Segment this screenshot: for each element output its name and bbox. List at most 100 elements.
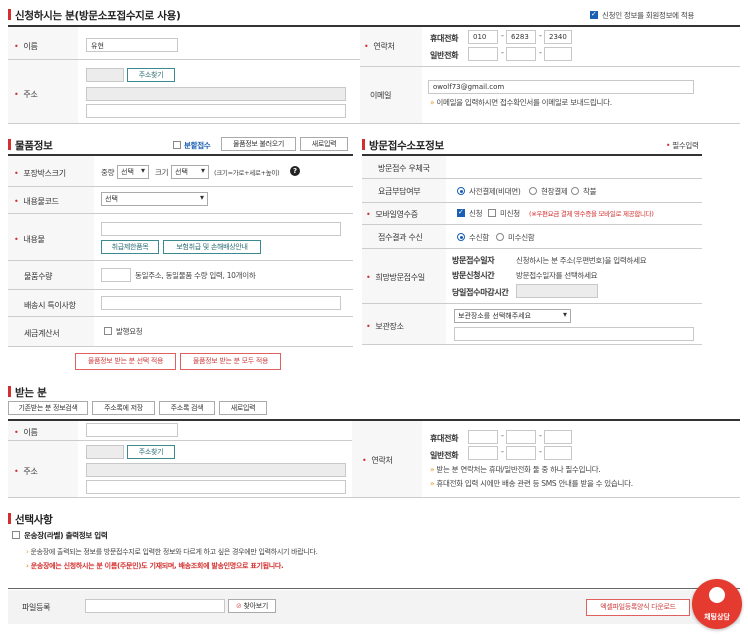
visit-date-field-label: 방문접수일자 [452,256,495,265]
receiver-contact-label: 연락처 [362,455,392,466]
mobile-receipt-label: 모바일영수증 [366,209,418,220]
content-code-label: 내용물코드 [14,196,59,207]
receiver-tab-lookup[interactable]: 주소록 검색 [159,401,215,415]
storage-input[interactable] [454,327,694,341]
sender-mobile-3[interactable]: 2340 [544,30,572,44]
apply-selected-button[interactable]: 물품정보 받는 분 선택 적용 [75,353,176,370]
weight-select[interactable]: 선택 [117,165,149,179]
sender-phone-3[interactable] [544,47,572,61]
content-label: 내용물 [14,234,44,245]
divider [8,123,740,124]
receiver-phone-1[interactable] [468,446,498,460]
tax-invoice-label: 세금계산서 [24,329,60,338]
receiver-address2-input[interactable] [86,480,346,494]
quantity-hint: 동일주소, 동일물품 수량 입력, 10개이하 [135,271,256,280]
receiver-note-2: 휴대전화 입력 시에만 배송 관련 등 SMS 안내를 받을 수 있습니다. [430,478,633,489]
divider [362,303,702,304]
receiver-tab-search[interactable]: 기존받는 분 정보검색 [8,401,88,415]
receiver-mobile-1[interactable] [468,430,498,444]
help-icon[interactable]: ? [290,166,300,176]
receipt-none-checkbox[interactable] [488,209,496,217]
visit-title: 방문접수소포정보 [362,138,444,153]
label-info-checkbox[interactable] [12,531,20,539]
receiver-tab-new[interactable]: 새로입력 [219,401,267,415]
dash: - [539,431,542,440]
tax-invoice-checkbox[interactable] [104,327,112,335]
receiver-mobile-2[interactable] [506,430,536,444]
fee-prepaid-radio[interactable] [457,187,465,195]
fee-prepaid-label: 사전결제(비대면) [469,187,521,196]
receiver-name-input[interactable] [86,423,178,437]
forbidden-items-button[interactable]: 취급제한품목 [101,240,159,254]
sender-zip-input[interactable] [86,68,124,82]
receiver-tab-save[interactable]: 주소록에 저장 [92,401,155,415]
sender-mobile-2[interactable]: 6283 [506,30,536,44]
split-checkbox[interactable] [173,141,181,149]
headset-icon [709,587,725,603]
file-input[interactable] [85,599,225,613]
fee-onsite-radio[interactable] [529,187,537,195]
size-select[interactable]: 선택 [171,165,209,179]
divider [362,224,702,225]
visit-office-label: 방문접수 우체국 [378,164,430,173]
receiver-phone-2[interactable] [506,446,536,460]
fee-onsite-label: 현장결제 [541,187,568,196]
insurance-info-button[interactable]: 보험취급 및 손해배상안내 [163,240,261,254]
divider [8,186,353,187]
box-size-label: 포장박스크기 [14,168,66,179]
memo-input[interactable] [101,296,341,310]
receiver-name-label: 이름 [14,427,37,438]
visit-label-col [362,156,446,344]
sender-email-note: 이메일을 입력하시면 접수확인서를 이메일로 보내드립니다. [430,97,612,108]
sender-mobile-1[interactable]: 010 [468,30,498,44]
size-label: 크기 [155,168,169,177]
receiver-address1-input[interactable] [86,463,346,477]
excel-download-button[interactable]: 엑셀파일등록양식 다운로드 [586,599,690,616]
goods-title: 물품정보 [8,138,53,153]
result-no-radio[interactable] [496,233,504,241]
result-yes-radio[interactable] [457,233,465,241]
divider [362,202,702,203]
visit-date-value: 신청하시는 분 주소(우편번호)을 입력하세요 [516,256,647,265]
goods-new-button[interactable]: 새로입력 [300,137,348,151]
content-input[interactable] [101,222,341,236]
file-top-rule [8,588,740,589]
save-member-checkbox[interactable] [590,10,598,19]
fee-cod-radio[interactable] [571,187,579,195]
receipt-apply-label: 신청 [469,209,483,218]
divider [8,260,353,261]
sender-mobile-label: 휴대전화 [430,34,459,43]
receipt-apply-checkbox[interactable] [457,208,465,217]
divider [362,344,702,345]
receiver-phone-3[interactable] [544,446,572,460]
chat-button[interactable]: 채팅상담 [692,579,742,629]
sender-name-input[interactable]: 유현 [86,38,178,52]
size-hint: (크기=가로+세로+높이) [214,169,280,177]
sender-name-label: 이름 [14,41,37,52]
divider [8,59,360,60]
content-code-select[interactable]: 선택 [101,192,208,206]
visit-date-label: 희망방문접수일 [366,272,425,283]
storage-select[interactable]: 보관장소를 선택해주세요 [454,309,571,323]
receiver-mobile-3[interactable] [544,430,572,444]
visit-time-label: 방문신청시간 [452,271,495,280]
sender-address2-input[interactable] [86,104,346,118]
sender-phone-1[interactable] [468,47,498,61]
divider [362,248,702,249]
divider [8,497,740,498]
options-note-2: › 운송장에는 신청하시는 분 이름(주문인)도 기재되며, 배송조회에 발송인… [26,562,284,570]
sender-address1-input[interactable] [86,87,346,101]
receiver-note-1: 받는 분 연락처는 휴대/일반전화 둘 중 하나 필수입니다. [430,464,600,475]
quantity-input[interactable] [101,268,131,282]
sender-email-input[interactable]: owolf73@gmail.com [428,80,694,94]
receiver-address-search-button[interactable]: 주소찾기 [127,445,175,459]
apply-all-button[interactable]: 물품정보 받는 분 모두 적용 [180,353,281,370]
dash: - [539,48,542,57]
sender-address-search-button[interactable]: 주소찾기 [127,68,175,82]
divider [362,178,702,179]
receiver-zip-input[interactable] [86,445,124,459]
divider [360,66,740,67]
load-goods-button[interactable]: 물품정보 불러오기 [221,137,296,151]
file-browse-button[interactable]: ⊘ 찾아보기 [228,599,276,613]
sender-phone-2[interactable] [506,47,536,61]
